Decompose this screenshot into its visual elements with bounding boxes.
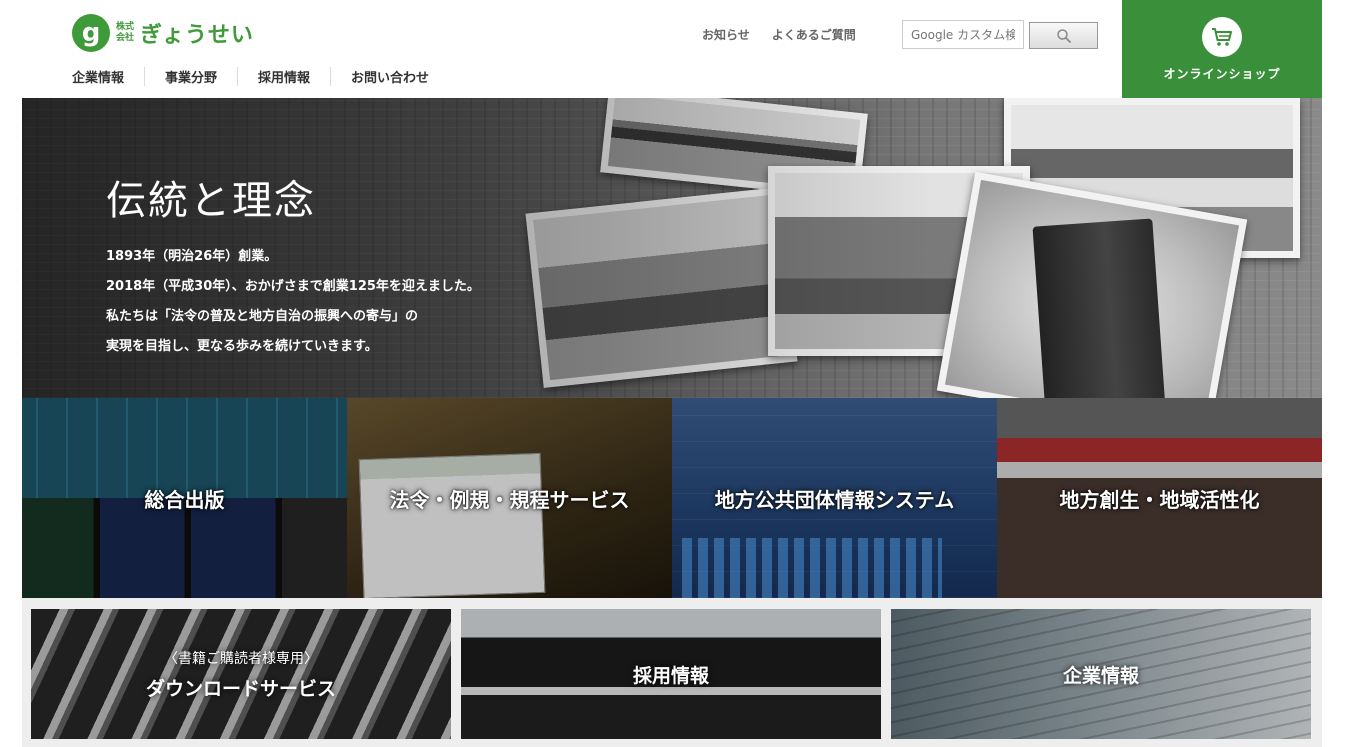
download-service-tile[interactable]: 〈書籍ご購読者様専用〉 ダウンロードサービス xyxy=(31,609,451,739)
utility-nav: お知らせ よくあるご質問 xyxy=(702,26,856,43)
business-categories: 総合出版 法令・例規・規程サービス 地方公共団体情報システム 地方創生・地域活性… xyxy=(22,398,1322,598)
hero-line: 1893年（明治26年）創業。 xyxy=(106,249,278,264)
online-shop-label: オンラインショップ xyxy=(1163,66,1281,81)
tile-label: ダウンロードサービス xyxy=(145,677,336,700)
online-shop-button[interactable]: オンラインショップ xyxy=(1122,0,1322,98)
logo-mark: g xyxy=(72,14,110,52)
util-link-news[interactable]: お知らせ xyxy=(702,26,750,43)
hero-banner: 伝統と理念 1893年（明治26年）創業。 2018年（平成30年）、おかげさま… xyxy=(22,98,1322,398)
nav-item-contact[interactable]: お問い合わせ xyxy=(330,67,449,86)
nav-item-business[interactable]: 事業分野 xyxy=(144,67,237,86)
company-info-tile[interactable]: 企業情報 xyxy=(891,609,1311,739)
hero-line: 私たちは「法令の普及と地方自治の振興への寄与」の xyxy=(106,309,419,324)
main-nav: 企業情報 事業分野 採用情報 お問い合わせ xyxy=(72,67,449,86)
logo-corp-type: 株式 会社 xyxy=(116,22,134,44)
tile-label: 採用情報 xyxy=(632,664,709,687)
bottom-links: 〈書籍ご購読者様専用〉 ダウンロードサービス 採用情報 企業情報 xyxy=(22,598,1322,747)
tile-label: 企業情報 xyxy=(1062,664,1139,687)
hero-line: 2018年（平成30年）、おかげさまで創業125年を迎えました。 xyxy=(106,279,480,294)
category-label: 地方創生・地域活性化 xyxy=(1059,487,1260,512)
category-label: 地方公共団体情報システム xyxy=(714,487,955,512)
tile-sub-label: 〈書籍ご購読者様専用〉 xyxy=(164,650,318,667)
hero-description: 1893年（明治26年）創業。 2018年（平成30年）、おかげさまで創業125… xyxy=(106,242,480,362)
hero-line: 実現を目指し、更なる歩みを続けていきます。 xyxy=(106,339,378,354)
category-local-gov-systems[interactable]: 地方公共団体情報システム xyxy=(672,398,997,598)
category-label: 法令・例規・規程サービス xyxy=(389,487,630,512)
util-link-faq[interactable]: よくあるご質問 xyxy=(772,26,856,43)
page: g 株式 会社 ぎょうせい お知らせ よくあるご質問 企業情報 事業分野 採用情… xyxy=(0,0,1346,747)
shop-icon-circle xyxy=(1202,16,1242,57)
company-logo[interactable]: g 株式 会社 ぎょうせい xyxy=(72,14,254,52)
search-button[interactable] xyxy=(1029,22,1098,49)
category-label: 総合出版 xyxy=(144,487,225,512)
nav-item-recruit[interactable]: 採用情報 xyxy=(237,67,330,86)
logo-corp-type-top: 株式 xyxy=(116,22,135,32)
category-regional-revitalization[interactable]: 地方創生・地域活性化 xyxy=(997,398,1322,598)
search-icon xyxy=(1056,28,1071,43)
category-legal-services[interactable]: 法令・例規・規程サービス xyxy=(347,398,672,598)
category-publishing[interactable]: 総合出版 xyxy=(22,398,347,598)
nav-item-company[interactable]: 企業情報 xyxy=(72,67,144,86)
logo-corp-type-bottom: 会社 xyxy=(116,33,135,43)
recruit-tile[interactable]: 採用情報 xyxy=(461,609,881,739)
hero-title: 伝統と理念 xyxy=(106,178,316,224)
shopping-cart-icon xyxy=(1212,27,1232,46)
search-input[interactable] xyxy=(902,20,1024,49)
logo-name: ぎょうせい xyxy=(140,23,254,48)
site-header: g 株式 会社 ぎょうせい お知らせ よくあるご質問 企業情報 事業分野 採用情… xyxy=(0,0,1346,98)
